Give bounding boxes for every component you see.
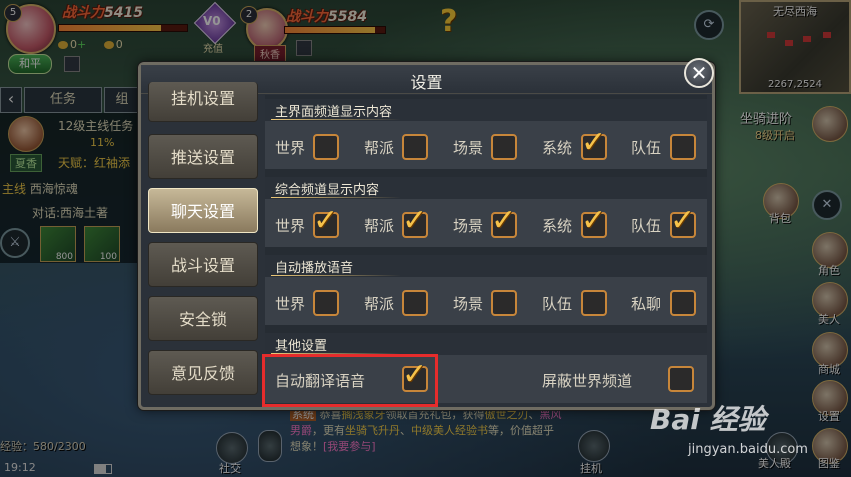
- option-label: 场景: [453, 217, 484, 235]
- highlight-frame: [262, 354, 438, 407]
- checkmark-icon: ✓: [491, 203, 517, 238]
- section-title: 主界面频道显示内容: [275, 105, 393, 120]
- option-label: 场景: [453, 139, 484, 157]
- checkmark-icon: ✓: [313, 203, 339, 238]
- nav-feedback[interactable]: 意见反馈: [148, 350, 258, 395]
- section-header: 自动播放语音: [265, 255, 707, 277]
- nav-security-lock[interactable]: 安全锁: [148, 296, 258, 341]
- baidu-watermark-url: jingyan.baidu.com: [688, 442, 808, 457]
- close-icon[interactable]: ✕: [684, 58, 714, 88]
- checkbox-voice-scene[interactable]: [491, 290, 517, 316]
- option-label: 队伍: [631, 217, 662, 235]
- checkbox-combined-system[interactable]: ✓: [581, 206, 607, 238]
- option-label: 屏蔽世界频道: [542, 372, 633, 390]
- section-divider: [271, 119, 401, 120]
- section-header: 综合频道显示内容: [265, 177, 707, 199]
- option-label: 帮派: [364, 139, 395, 157]
- section-header: 主界面频道显示内容: [265, 99, 707, 121]
- checkbox-block-world-channel[interactable]: [668, 366, 694, 392]
- option-label: 世界: [275, 217, 306, 235]
- checkbox-main-team[interactable]: [670, 134, 696, 160]
- baidu-watermark-logo: Bai 经验: [650, 403, 766, 436]
- option-label: 队伍: [542, 295, 573, 313]
- section-divider: [271, 275, 401, 276]
- nav-hangup-settings[interactable]: 挂机设置: [148, 82, 258, 122]
- checkmark-icon: ✓: [581, 125, 607, 160]
- section-header: 其他设置: [265, 333, 707, 355]
- checkbox-combined-guild[interactable]: ✓: [402, 206, 428, 238]
- option-label: 世界: [275, 139, 306, 157]
- checkbox-main-world[interactable]: [313, 134, 339, 160]
- checkbox-main-system[interactable]: ✓: [581, 128, 607, 160]
- option-label: 场景: [453, 295, 484, 313]
- checkmark-icon: ✓: [670, 203, 696, 238]
- option-label: 世界: [275, 295, 306, 313]
- checkbox-combined-scene[interactable]: ✓: [491, 206, 517, 238]
- checkbox-combined-world[interactable]: ✓: [313, 206, 339, 238]
- section-divider: [271, 197, 401, 198]
- option-label: 帮派: [364, 295, 395, 313]
- checkbox-voice-team[interactable]: [581, 290, 607, 316]
- checkbox-combined-team[interactable]: ✓: [670, 206, 696, 238]
- checkbox-main-scene[interactable]: [491, 134, 517, 160]
- nav-battle-settings[interactable]: 战斗设置: [148, 242, 258, 287]
- nav-push-settings[interactable]: 推送设置: [148, 134, 258, 179]
- section-title: 综合频道显示内容: [275, 183, 380, 198]
- checkbox-main-guild[interactable]: [402, 134, 428, 160]
- checkmark-icon: ✓: [402, 203, 428, 238]
- option-label: 系统: [542, 139, 573, 157]
- option-label: 系统: [542, 217, 573, 235]
- section-title: 自动播放语音: [275, 261, 354, 276]
- nav-chat-settings[interactable]: 聊天设置: [148, 188, 258, 233]
- checkmark-icon: ✓: [581, 203, 607, 238]
- option-label: 私聊: [631, 295, 662, 313]
- checkbox-voice-world[interactable]: [313, 290, 339, 316]
- option-label: 帮派: [364, 217, 395, 235]
- checkbox-voice-private[interactable]: [670, 290, 696, 316]
- section-title: 其他设置: [275, 339, 328, 354]
- option-label: 队伍: [631, 139, 662, 157]
- checkbox-voice-guild[interactable]: [402, 290, 428, 316]
